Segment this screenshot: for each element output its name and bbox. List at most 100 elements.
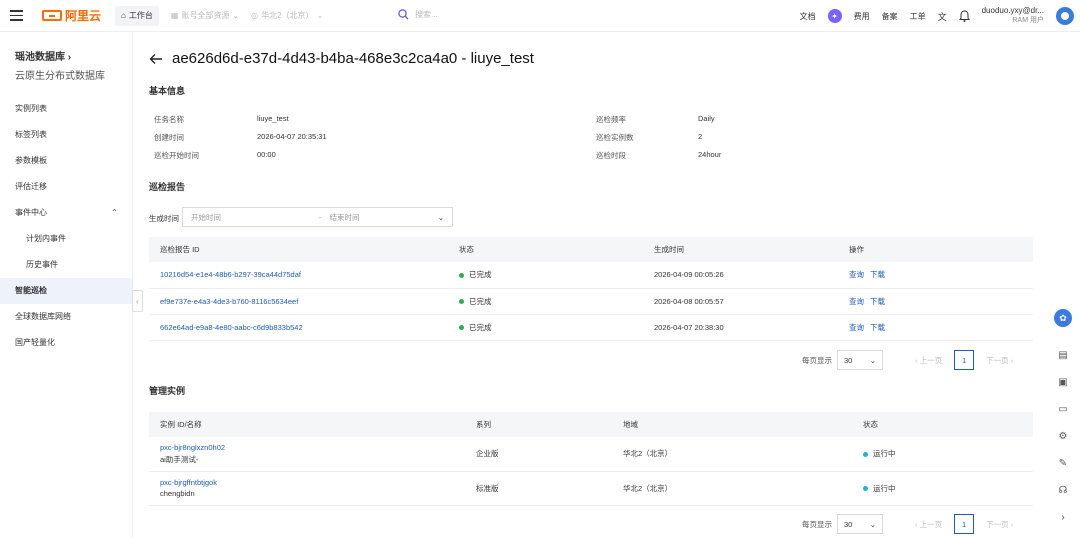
sidebar-item-domestic-lightweight[interactable]: 国产轻量化 [0, 330, 132, 356]
status-text: 已完成 [469, 270, 492, 280]
terminal-icon[interactable]: ▭ [1056, 402, 1071, 417]
sidebar-item-instances[interactable]: 实例列表 [0, 96, 132, 122]
generated-time: 2026-04-09 00:05:26 [643, 262, 838, 289]
download-link[interactable]: 下载 [870, 323, 885, 332]
user-role: RAM 用户 [1012, 17, 1045, 24]
region-label: 华北2（北京） [261, 11, 314, 20]
per-page-value: 30 [844, 519, 853, 529]
sidebar-item-event-center[interactable]: 事件中心 ⌃ [0, 200, 132, 226]
assistant-float-icon[interactable]: ✿ [1054, 309, 1072, 327]
download-link[interactable]: 下载 [870, 270, 885, 279]
next-page-button[interactable]: 下一页 › [986, 519, 1013, 530]
sidebar-item-planned-events[interactable]: 计划内事件 [0, 226, 132, 252]
bell-icon[interactable] [958, 10, 970, 22]
instance-name: chengbidn [160, 489, 195, 498]
language-icon[interactable]: 文 [938, 10, 947, 23]
task-name-label: 任务名称 [154, 115, 184, 124]
status-text: 运行中 [873, 483, 896, 493]
workbench-button[interactable]: ⌂ 工作台 [115, 5, 159, 26]
user-name: duoduo.yxy@dr... [981, 6, 1044, 15]
sidebar-item-history-events[interactable]: 历史事件 [0, 252, 132, 278]
sidebar-item-migration[interactable]: 评估迁移 [0, 174, 132, 200]
generate-time-label: 生成时间 [149, 214, 179, 223]
page-title: ae626d6d-e37d-4d43-b4ba-468e3c2ca4a0 - l… [149, 50, 534, 67]
prev-page-button[interactable]: ‹ 上一页 [915, 355, 942, 366]
period-value: 24hour [698, 150, 722, 159]
chevron-down-icon[interactable]: ⌄ [438, 213, 444, 222]
page-number-button[interactable]: 1 [954, 514, 975, 534]
search-icon [398, 9, 409, 20]
chevron-up-icon: ⌃ [111, 208, 118, 217]
back-arrow-icon[interactable] [149, 53, 163, 65]
generated-time: 2026-04-07 20:38:30 [643, 314, 838, 341]
count-label: 巡检实例数 [596, 133, 634, 142]
instance-id-link[interactable]: pxc-bjr8nglxzn0h02 [160, 443, 225, 452]
aliyun-logo[interactable]: 阿里云 [42, 7, 101, 24]
headset-icon[interactable]: ☊ [1056, 483, 1071, 498]
chevron-right-icon[interactable]: › [1056, 510, 1071, 525]
start-time-input[interactable]: 开始时间 [191, 212, 319, 223]
per-page-value: 30 [844, 355, 853, 365]
report-pagination: 每页显示 30 ⌄ ‹ 上一页 1 下一页 › [802, 350, 1013, 370]
right-tool-rail: ▤ ▣ ▭ ⚙ ✎ ☊ › [1046, 348, 1080, 525]
sidebar-subtitle: 云原生分布式数据库 [15, 71, 105, 82]
resource-group-select[interactable]: ▦ 账号全部资源 ⌄ [171, 10, 239, 21]
download-link[interactable]: 下载 [870, 297, 885, 306]
avatar[interactable] [1056, 7, 1074, 25]
sidebar-item-param-templates[interactable]: 参数模板 [0, 148, 132, 174]
status-dot [459, 272, 464, 278]
status-text: 已完成 [469, 296, 492, 306]
per-page-select[interactable]: 30 ⌄ [837, 350, 883, 370]
ticket-link[interactable]: 工单 [910, 11, 926, 22]
report-id-link[interactable]: 662e64ad-e9a8-4e80-aabc-c6d9b833b542 [160, 323, 303, 332]
per-page-label: 每页显示 [802, 355, 832, 365]
sidebar-item-global-db-network[interactable]: 全球数据库网络 [0, 304, 132, 330]
instance-region: 华北2（北京） [612, 471, 852, 506]
global-search[interactable]: 搜索... [398, 9, 438, 20]
report-id-link[interactable]: 10216d54-e1e4-48b6-b297-39ca44d75daf [160, 270, 301, 279]
column-header: 操作 [838, 237, 1033, 262]
instance-name: ai助手测试- [160, 454, 199, 464]
calendar-icon[interactable]: ▣ [1056, 375, 1071, 390]
document-icon[interactable]: ▤ [1056, 348, 1071, 363]
instances-pagination: 每页显示 30 ⌄ ‹ 上一页 1 下一页 › [802, 514, 1013, 534]
column-header: 地域 [612, 412, 852, 437]
query-link[interactable]: 查询 [849, 297, 864, 306]
per-page-select[interactable]: 30 ⌄ [837, 514, 883, 534]
report-id-link[interactable]: ef9e737e-e4a3-4de3-b760-8116c5634eef [160, 297, 298, 306]
edit-icon[interactable]: ✎ [1056, 456, 1071, 471]
region-select[interactable]: ◎ 华北2（北京） ⌄ [251, 10, 323, 21]
chevron-down-icon: ⌄ [232, 11, 240, 20]
sidebar-item-label: 事件中心 [15, 208, 47, 217]
date-range-picker[interactable]: 开始时间 - 结束时间 ⌄ [182, 207, 453, 227]
icp-link[interactable]: 备案 [882, 11, 898, 22]
table-row: 10216d54-e1e4-48b6-b297-39ca44d75daf 已完成… [149, 262, 1033, 289]
instance-id-link[interactable]: pxc-bjrgffntbtjgok [160, 478, 217, 487]
end-time-input[interactable]: 结束时间 [330, 212, 360, 223]
next-label: 下一页 [986, 355, 1009, 365]
sidebar-item-smart-inspection[interactable]: 智能巡检 [0, 278, 132, 304]
resource-group-label: 账号全部资源 [181, 11, 230, 20]
per-page-label: 每页显示 [802, 519, 832, 529]
gear-icon[interactable]: ⚙ [1056, 429, 1071, 444]
prev-label: 上一页 [919, 355, 943, 365]
task-name-value: liuye_test [257, 114, 289, 123]
billing-link[interactable]: 费用 [854, 11, 870, 22]
sidebar-item-tags[interactable]: 标签列表 [0, 122, 132, 148]
docs-link[interactable]: 文档 [800, 11, 816, 22]
next-label: 下一页 [986, 519, 1009, 529]
sidebar-title[interactable]: 瑶池数据库 › [15, 48, 132, 63]
logo-text: 阿里云 [65, 9, 102, 23]
created-label: 创建时间 [154, 133, 184, 142]
ai-assistant-icon[interactable]: ✦ [827, 9, 842, 23]
column-header: 状态 [448, 237, 643, 262]
menu-icon[interactable] [0, 0, 32, 32]
query-link[interactable]: 查询 [849, 323, 864, 332]
instances-title: 管理实例 [149, 386, 186, 396]
column-header: 系列 [465, 412, 612, 437]
user-info[interactable]: duoduo.yxy@dr... RAM 用户 [982, 6, 1044, 26]
next-page-button[interactable]: 下一页 › [986, 355, 1013, 366]
query-link[interactable]: 查询 [849, 270, 864, 279]
prev-page-button[interactable]: ‹ 上一页 [915, 519, 942, 530]
page-number-button[interactable]: 1 [954, 350, 975, 370]
